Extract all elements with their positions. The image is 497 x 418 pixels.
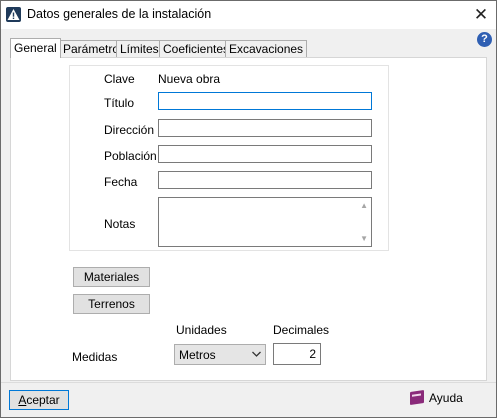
materiales-button[interactable]: Materiales xyxy=(73,267,150,287)
unidades-select[interactable]: Metros xyxy=(174,344,266,365)
book-icon xyxy=(410,390,424,405)
titulo-input[interactable] xyxy=(158,92,372,110)
scroll-up-icon[interactable]: ▲ xyxy=(360,201,368,210)
poblacion-input[interactable] xyxy=(158,145,372,163)
help-icon[interactable]: ? xyxy=(477,32,492,47)
dialog-window: Datos generales de la instalación ✕ ? Ge… xyxy=(0,0,497,418)
scroll-down-icon[interactable]: ▼ xyxy=(360,234,368,243)
tab-excavaciones[interactable]: Excavaciones xyxy=(225,40,308,57)
general-info-group: Clave Nueva obra Título Dirección Poblac… xyxy=(69,65,389,251)
poblacion-label: Población xyxy=(104,149,157,163)
clave-label: Clave xyxy=(104,72,135,86)
notas-textarea[interactable]: ▲ ▼ xyxy=(158,197,372,247)
decimales-input[interactable]: 2 xyxy=(273,343,321,365)
unidades-selected-value: Metros xyxy=(179,348,216,362)
unidades-header: Unidades xyxy=(176,323,227,337)
general-tab-panel: Clave Nueva obra Título Dirección Poblac… xyxy=(10,57,487,381)
chevron-down-icon xyxy=(251,346,262,366)
aceptar-button[interactable]: Aceptar xyxy=(9,390,69,410)
decimales-header: Decimales xyxy=(273,323,330,337)
title-bar: Datos generales de la instalación ✕ xyxy=(1,1,496,29)
direccion-label: Dirección xyxy=(104,123,155,137)
footer-divider xyxy=(1,382,496,383)
titulo-label: Título xyxy=(104,96,135,110)
direccion-input[interactable] xyxy=(158,119,372,137)
close-icon[interactable]: ✕ xyxy=(466,1,496,29)
aceptar-label: ceptar xyxy=(26,393,60,407)
ayuda-label: Ayuda xyxy=(429,391,463,405)
tab-limites[interactable]: Límites xyxy=(116,40,163,57)
window-title: Datos generales de la instalación xyxy=(27,7,212,21)
warning-triangle-icon xyxy=(6,7,21,22)
fecha-label: Fecha xyxy=(104,175,138,189)
notas-label: Notas xyxy=(104,217,136,231)
clave-value: Nueva obra xyxy=(158,72,221,86)
fecha-input[interactable] xyxy=(158,171,372,189)
medidas-label: Medidas xyxy=(72,350,118,364)
terrenos-button[interactable]: Terrenos xyxy=(73,294,150,314)
tab-coeficientes[interactable]: Coeficientes xyxy=(159,40,234,57)
tab-general[interactable]: General xyxy=(10,38,61,58)
